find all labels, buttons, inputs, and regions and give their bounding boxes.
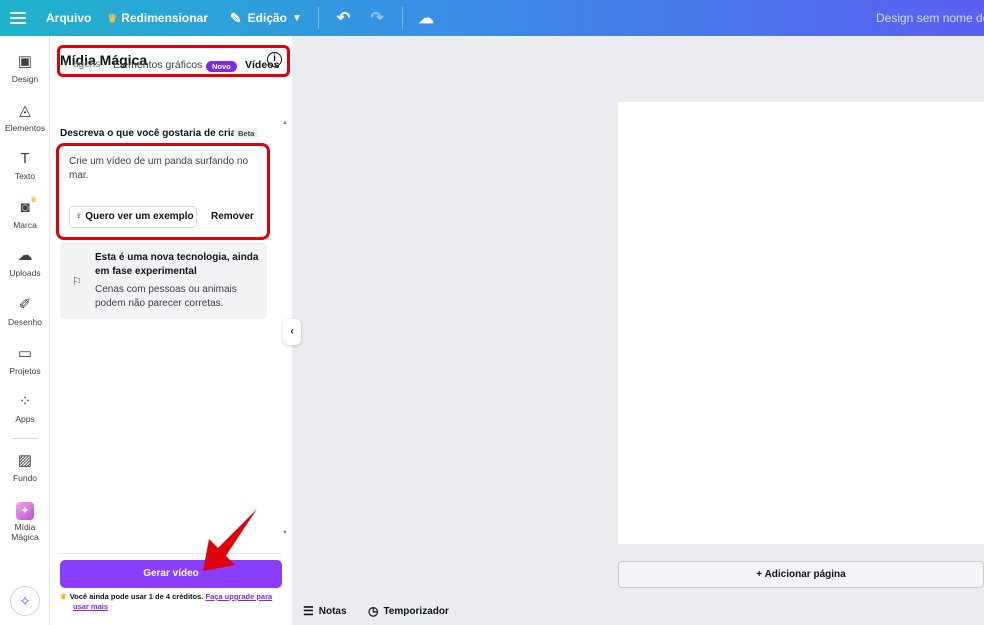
rail-item-apps[interactable]: ⁘ Apps [0, 392, 50, 424]
design-page[interactable] [618, 102, 984, 544]
rail-item-label: Fundo [12, 473, 38, 483]
rail-item-projects[interactable]: ▭ Projetos [0, 344, 50, 376]
cloud-upload-icon: ☁ [17, 247, 33, 264]
text-icon: T [20, 150, 30, 167]
notes-button[interactable]: ☰ Notas [303, 604, 347, 618]
pencil-icon: ✎ [229, 9, 242, 26]
rail-item-label: Elementos [4, 123, 46, 133]
crown-icon: ♛ [30, 195, 38, 204]
rail-item-label: Mídia Mágica [11, 522, 39, 542]
magic-assistant-icon[interactable]: ✧ [10, 586, 40, 616]
rail-item-label: Design [11, 74, 39, 84]
upgrade-link[interactable]: Faça upgrade para [205, 592, 272, 601]
plus-icon: + [756, 569, 763, 580]
beta-badge: Beta [234, 128, 259, 139]
add-page-button[interactable]: + Adicionar página [618, 561, 984, 588]
example-button[interactable]: ♀ Quero ver um exemplo [69, 206, 197, 228]
remove-button[interactable]: Remover [211, 206, 254, 228]
scroll-up-icon[interactable]: ▲ [282, 120, 288, 126]
side-rail: ▣ Design ◬ Elementos T Texto ♛ ◙ Marca ☁… [0, 36, 50, 625]
chevron-left-icon: ‹ [290, 326, 294, 337]
rail-item-label: Desenho [7, 317, 43, 327]
rail-item-label: Projetos [9, 366, 41, 376]
draw-icon: ✐ [18, 296, 32, 313]
experimental-notice: ⚐ Esta é uma nova tecnologia, ainda em f… [60, 242, 267, 319]
rail-item-brand[interactable]: ♛ ◙ Marca [0, 195, 50, 230]
credits-text: Você ainda pode usar 1 de 4 créditos. [69, 592, 204, 601]
timer-icon: ◷ [368, 604, 379, 618]
chevron-down-icon: ▼ [292, 12, 302, 24]
edit-mode-label: Edição [247, 11, 288, 25]
rail-item-magic-media[interactable]: ✦ Mídia Mágica [0, 500, 50, 542]
timer-button[interactable]: ◷ Temporizador [368, 604, 449, 618]
resize-button[interactable]: ♛ Redimensionar [99, 0, 216, 36]
rail-item-label: Texto [14, 171, 36, 181]
rail-divider [12, 438, 38, 439]
tabs-highlight [57, 45, 290, 77]
flag-icon: ⚐ [72, 276, 82, 288]
rail-item-text[interactable]: T Texto [0, 149, 50, 181]
rail-item-label: Uploads [9, 268, 41, 278]
lightbulb-icon: ♀ [75, 211, 83, 222]
document-title[interactable]: Design sem nome de Po [876, 0, 984, 36]
cloud-save-icon[interactable]: ☁ [411, 9, 442, 27]
undo-icon[interactable]: ↶ [327, 8, 360, 28]
prompt-label: Descreva o que você gostaria de criar [60, 128, 241, 139]
prompt-input-box[interactable]: Crie um vídeo de um panda surfando no ma… [56, 143, 270, 240]
crown-icon: ♛ [107, 12, 118, 25]
redo-icon[interactable]: ↷ [360, 8, 393, 28]
rail-item-draw[interactable]: ✐ Desenho [0, 295, 50, 327]
add-page-label: Adicionar página [764, 569, 846, 580]
background-icon: ▨ [17, 452, 33, 469]
scroll-down-icon[interactable]: ▼ [282, 530, 288, 536]
folder-icon: ▭ [17, 345, 33, 362]
notes-label: Notas [318, 605, 347, 617]
toolbar-separator [401, 7, 403, 29]
prompt-input[interactable]: Crie um vídeo de um panda surfando no ma… [69, 155, 259, 183]
edit-mode-button[interactable]: ✎ Edição ▼ [222, 0, 310, 36]
crown-icon: ♛ [60, 592, 67, 601]
collapse-panel-button[interactable]: ‹ [283, 319, 301, 345]
notice-title: Esta é uma nova tecnologia, ainda em fas… [95, 252, 259, 277]
annotation-arrow-icon [203, 509, 257, 571]
layout-icon: ▣ [17, 53, 33, 70]
rail-item-label: Apps [15, 414, 35, 424]
apps-icon: ⁘ [18, 393, 32, 410]
shapes-icon: ◬ [19, 102, 31, 119]
rail-item-uploads[interactable]: ☁ Uploads [0, 246, 50, 278]
rail-item-elements[interactable]: ◬ Elementos [0, 101, 50, 133]
top-bar: Arquivo ♛ Redimensionar ✎ Edição ▼ ↶ ↷ ☁… [0, 0, 984, 36]
upgrade-link-continued[interactable]: usar mais [73, 602, 108, 611]
resize-label: Redimensionar [121, 11, 208, 25]
toolbar-separator [317, 7, 319, 29]
rail-item-design[interactable]: ▣ Design [0, 52, 50, 84]
notes-icon: ☰ [303, 604, 314, 618]
notice-body: Cenas com pessoas ou animais podem não p… [95, 284, 237, 309]
rail-item-label: Marca [13, 220, 37, 230]
timer-label: Temporizador [383, 605, 449, 617]
brand-icon: ◙ [20, 199, 30, 216]
file-menu-button[interactable]: Arquivo [38, 0, 99, 36]
magic-media-icon: ✦ [0, 500, 50, 520]
rail-item-background[interactable]: ▨ Fundo [0, 451, 50, 483]
hamburger-menu-icon[interactable] [10, 9, 26, 27]
example-button-label: Quero ver um exemplo [85, 211, 194, 222]
credits-info: ♛ Você ainda pode usar 1 de 4 créditos. F… [60, 592, 285, 612]
